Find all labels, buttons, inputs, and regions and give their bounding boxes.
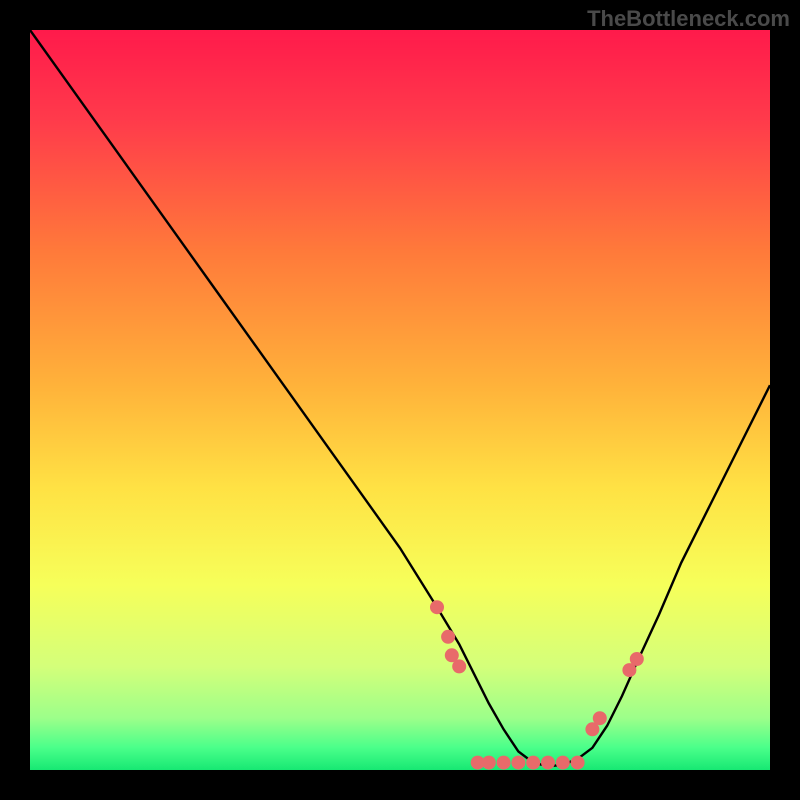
data-point: [482, 756, 496, 770]
watermark-text: TheBottleneck.com: [587, 6, 790, 32]
data-point: [497, 756, 511, 770]
data-point: [593, 711, 607, 725]
data-point: [556, 756, 570, 770]
data-point: [541, 756, 555, 770]
data-point: [511, 756, 525, 770]
data-point: [430, 600, 444, 614]
plot-area: [30, 30, 770, 770]
data-point: [526, 756, 540, 770]
data-point: [452, 659, 466, 673]
gradient-background: [30, 30, 770, 770]
data-point: [630, 652, 644, 666]
data-point: [441, 630, 455, 644]
data-point: [571, 756, 585, 770]
chart-container: TheBottleneck.com: [0, 0, 800, 800]
chart-svg: [30, 30, 770, 770]
